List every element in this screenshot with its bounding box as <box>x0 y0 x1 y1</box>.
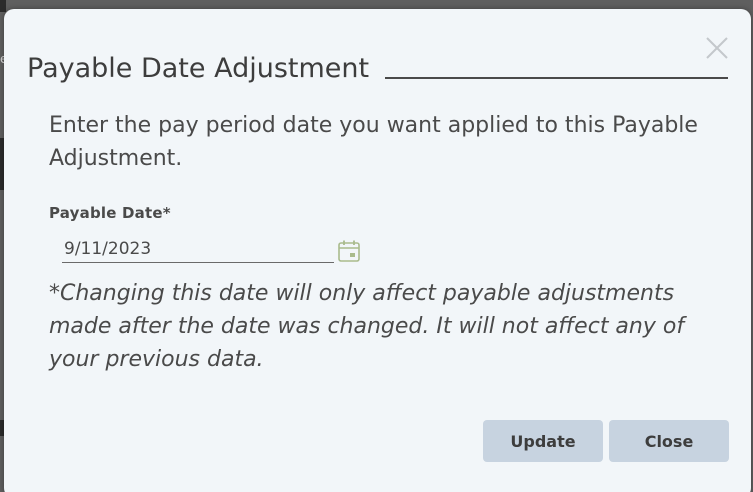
payable-date-input[interactable] <box>62 235 334 263</box>
close-button[interactable]: Close <box>609 420 729 462</box>
calendar-icon[interactable] <box>337 239 361 263</box>
payable-date-dialog: Payable Date Adjustment Enter the pay pe… <box>4 9 751 492</box>
title-divider <box>385 77 728 79</box>
dialog-header: Payable Date Adjustment <box>27 51 728 87</box>
backdrop-edge-top <box>0 0 6 12</box>
dialog-title: Payable Date Adjustment <box>27 53 370 84</box>
disclaimer-text: *Changing this date will only affect pay… <box>49 281 685 372</box>
update-button[interactable]: Update <box>483 420 603 462</box>
intro-text: Enter the pay period date you want appli… <box>49 113 698 171</box>
payable-date-label: Payable Date* <box>49 204 171 222</box>
